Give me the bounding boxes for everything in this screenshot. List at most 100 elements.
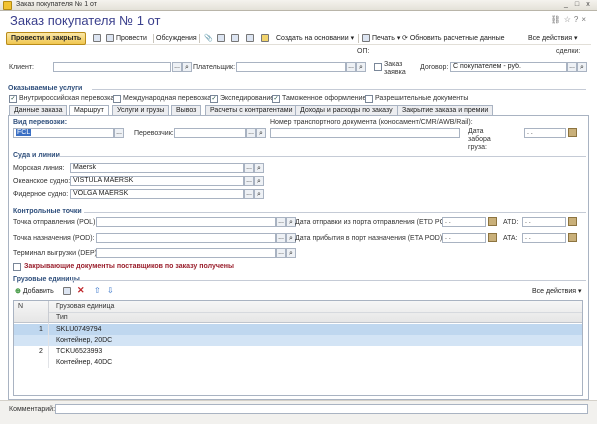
calendar-icon[interactable] (568, 128, 577, 137)
tab-settlements[interactable]: Расчеты с контрагентами (205, 105, 298, 115)
dep-select-button[interactable]: ... (276, 248, 286, 258)
service-forwarding-checkbox[interactable]: ✓ (210, 95, 218, 103)
move-down-button[interactable]: ⇩ (107, 285, 114, 296)
carrier-open-button[interactable]: ⌕ (256, 128, 266, 138)
header-icons: ⛓☆?× (551, 15, 589, 24)
mail-button[interactable] (261, 33, 269, 44)
ocean-vessel-open-button[interactable]: ⌕ (254, 176, 264, 186)
transport-type-label: Вид перевозки: (13, 119, 68, 126)
tab-services-cargo[interactable]: Услуги и грузы (112, 105, 170, 115)
calendar-icon[interactable] (488, 217, 497, 226)
contract-field[interactable]: С покупателем - руб. (450, 62, 567, 72)
atd-field[interactable]: . . (522, 217, 566, 227)
copy-cargo-button[interactable] (63, 286, 71, 297)
cargo-table[interactable]: N Грузовая единица Тип 1 SKLU0749794 Кон… (13, 300, 583, 396)
maximize-icon[interactable]: □ (572, 1, 582, 9)
table-row-sub[interactable]: Контейнер, 20DC (14, 335, 582, 346)
table-row[interactable]: 1 SKLU0749794 (14, 324, 582, 335)
tab-income-expense[interactable]: Доходы и расходы по заказу (295, 105, 398, 115)
service-domestic-checkbox[interactable]: ✓ (9, 95, 17, 103)
tab-order-data[interactable]: Данные заказа (9, 105, 68, 115)
closing-docs-checkbox[interactable] (13, 263, 21, 271)
client-select-button[interactable]: ... (172, 62, 182, 72)
deals-label: сделки: (556, 48, 581, 55)
pol-field[interactable] (96, 217, 276, 227)
contract-open-button[interactable]: ⌕ (577, 62, 587, 72)
struct-button[interactable] (217, 33, 225, 44)
pod-field[interactable] (96, 233, 276, 243)
link-icon[interactable]: ⛓ (551, 15, 564, 24)
all-actions-button[interactable]: Все действия ▾ (528, 33, 578, 44)
transport-type-select-button[interactable]: ... (114, 128, 124, 138)
cargo-divider (70, 280, 586, 281)
service-customs-checkbox[interactable]: ✓ (272, 95, 280, 103)
print-button[interactable]: Печать ▾ (362, 33, 400, 44)
order-request-checkbox[interactable] (374, 63, 382, 71)
delete-cargo-button[interactable]: ✕ (77, 285, 85, 296)
services-divider (92, 89, 586, 90)
payer-select-button[interactable]: ... (346, 62, 356, 72)
dep-field[interactable] (96, 248, 276, 258)
etd-field[interactable]: . . (442, 217, 486, 227)
contract-select-button[interactable]: ... (567, 62, 577, 72)
cargo-unit-cell: SKLU0749794 (56, 326, 102, 333)
close-icon[interactable]: x (583, 1, 593, 9)
table-row-sub[interactable]: Контейнер, 40DC (14, 357, 582, 368)
move-up-button[interactable]: ⇧ (94, 285, 101, 296)
sea-line-select-button[interactable]: ... (244, 163, 254, 173)
dep-open-button[interactable]: ⌕ (286, 248, 296, 258)
add-cargo-button[interactable]: ⊕ Добавить (15, 286, 54, 297)
client-field[interactable] (53, 62, 171, 72)
post-button[interactable]: Провести (106, 33, 147, 44)
feeder-vessel-open-button[interactable]: ⌕ (254, 189, 264, 199)
calendar-icon[interactable] (568, 217, 577, 226)
minimize-icon[interactable]: _ (561, 1, 571, 9)
ata-field[interactable]: . . (522, 233, 566, 243)
post-and-close-button[interactable]: Провести и закрыть (6, 32, 87, 45)
carrier-select-button[interactable]: ... (246, 128, 256, 138)
tab-closing[interactable]: Закрытие заказа и премии (397, 105, 494, 115)
client-open-button[interactable]: ⌕ (182, 62, 192, 72)
col-type-header[interactable]: Тип (56, 314, 68, 321)
tab-pickup[interactable]: Вывоз (171, 105, 202, 115)
ocean-vessel-field[interactable]: VISTULA MAERSK (70, 176, 244, 186)
cargo-all-actions-button[interactable]: Все действия ▾ (532, 286, 582, 297)
transport-type-field[interactable]: FCL (13, 128, 114, 138)
movements-button[interactable] (231, 33, 239, 44)
pickup-date-label: Дата забора груза: (468, 128, 491, 151)
pol-label: Точка отправления (POL): (13, 219, 98, 226)
save-button[interactable] (93, 33, 101, 44)
service-permits-checkbox[interactable] (365, 95, 373, 103)
col-n-header[interactable]: N (18, 303, 23, 310)
feeder-vessel-select-button[interactable]: ... (244, 189, 254, 199)
close-form-icon[interactable]: × (581, 15, 589, 24)
calendar-icon[interactable] (568, 233, 577, 242)
discussions-button[interactable]: Обсуждения (156, 33, 197, 44)
table-row[interactable]: 2 TCKU6523993 (14, 346, 582, 357)
pol-select-button[interactable]: ... (276, 217, 286, 227)
feeder-vessel-field[interactable]: VOLGA MAERSK (70, 189, 244, 199)
contract-label: Договор: (420, 64, 449, 71)
pickup-date-field[interactable]: . . (524, 128, 566, 138)
create-based-button[interactable]: Создать на основании ▾ (276, 33, 354, 44)
update-data-button[interactable]: ⟳ Обновить расчетные данные (402, 33, 505, 44)
eta-field[interactable]: . . (442, 233, 486, 243)
service-international-checkbox[interactable] (113, 95, 121, 103)
calendar-icon[interactable] (488, 233, 497, 242)
payer-open-button[interactable]: ⌕ (356, 62, 366, 72)
carrier-field[interactable] (174, 128, 246, 138)
transport-doc-field[interactable] (270, 128, 460, 138)
comment-field[interactable] (55, 404, 588, 414)
attach-button[interactable]: 📎 (204, 33, 213, 44)
sea-line-open-button[interactable]: ⌕ (254, 163, 264, 173)
star-icon[interactable]: ☆ (564, 15, 574, 24)
update-data-label: Обновить расчетные данные (409, 35, 505, 42)
sea-line-field[interactable]: Maersk (70, 163, 244, 173)
payer-field[interactable] (236, 62, 346, 72)
pod-label: Точка назначения (POD): (13, 235, 95, 242)
service-permits-label: Разрешительные документы (375, 95, 469, 102)
pod-select-button[interactable]: ... (276, 233, 286, 243)
ocean-vessel-select-button[interactable]: ... (244, 176, 254, 186)
report-button[interactable] (246, 33, 254, 44)
col-unit-header[interactable]: Грузовая единица (56, 303, 114, 310)
